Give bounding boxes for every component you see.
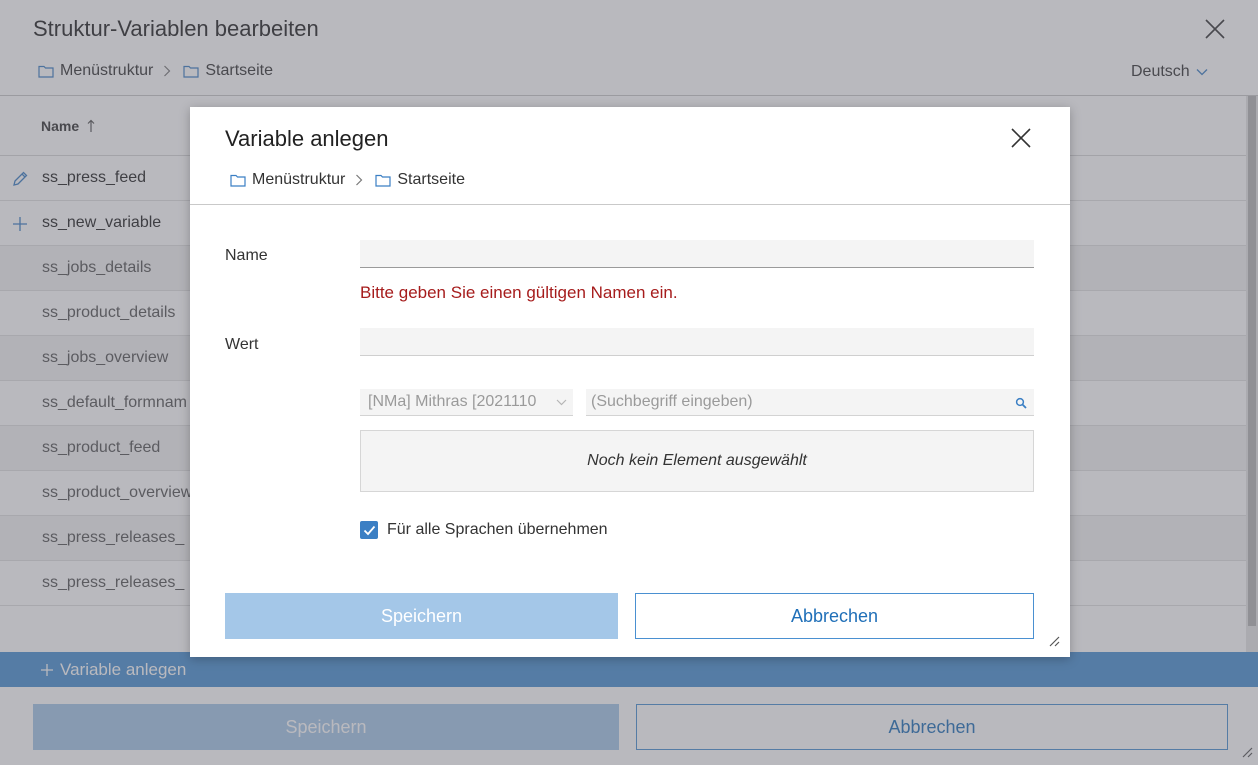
breadcrumb-item-menu-structure[interactable]: Menüstruktur: [230, 171, 345, 189]
chevron-down-icon: [556, 399, 567, 406]
breadcrumb-label: Menüstruktur: [252, 171, 346, 188]
save-button[interactable]: Speichern: [225, 593, 618, 639]
apply-all-languages-checkbox[interactable]: [360, 521, 378, 539]
dialog-header: Variable anlegen Menüstruktur Startseite: [190, 107, 1070, 205]
folder-icon: [230, 174, 246, 187]
resize-handle-icon[interactable]: [1048, 635, 1060, 647]
checkmark-icon: [363, 525, 375, 535]
dialog-title: Variable anlegen: [225, 126, 389, 151]
project-select[interactable]: [NMa] Mithras [2021110: [360, 389, 573, 416]
breadcrumb-label: Startseite: [397, 171, 465, 188]
value-label: Wert: [225, 336, 259, 353]
search-icon[interactable]: [1015, 397, 1027, 409]
cancel-button[interactable]: Abbrechen: [635, 593, 1034, 639]
name-label: Name: [225, 247, 268, 264]
value-input[interactable]: [360, 328, 1034, 356]
name-error-message: Bitte geben Sie einen gültigen Namen ein…: [360, 283, 678, 302]
close-icon[interactable]: [1009, 126, 1033, 150]
apply-all-languages-label: Für alle Sprachen übernehmen: [387, 521, 608, 538]
project-select-value: [NMa] Mithras [2021110: [368, 393, 537, 410]
search-placeholder: (Suchbegriff eingeben): [591, 393, 753, 410]
apply-all-languages-option[interactable]: Für alle Sprachen übernehmen: [360, 521, 608, 539]
name-input[interactable]: [360, 240, 1034, 268]
breadcrumb-item-startseite[interactable]: Startseite: [375, 171, 465, 189]
folder-icon: [375, 174, 391, 187]
search-input[interactable]: (Suchbegriff eingeben): [586, 389, 1034, 416]
create-variable-dialog: Variable anlegen Menüstruktur Startseite…: [190, 107, 1070, 657]
dialog-breadcrumb: Menüstruktur Startseite: [230, 171, 465, 189]
empty-selection-text: Noch kein Element ausgewählt: [587, 452, 807, 469]
selected-element-box: Noch kein Element ausgewählt: [360, 430, 1034, 492]
chevron-right-icon: [355, 174, 363, 186]
